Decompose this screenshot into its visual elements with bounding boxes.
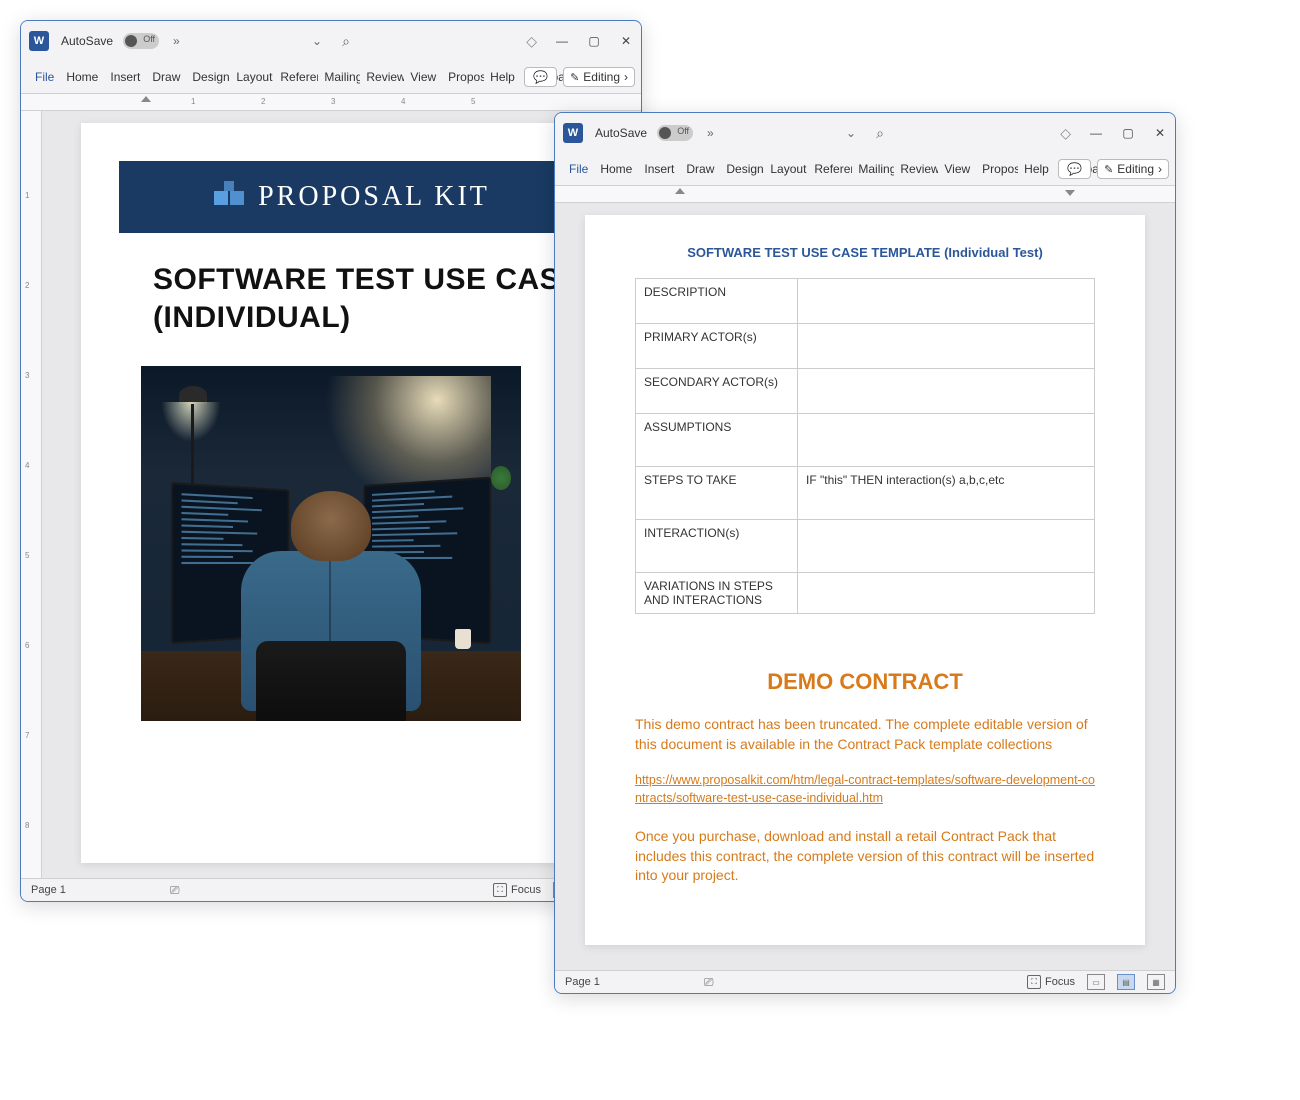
autosave-label: AutoSave xyxy=(61,34,113,48)
web-layout-button[interactable]: ▦ xyxy=(1147,974,1165,990)
tab-mailings[interactable]: Mailings xyxy=(318,70,360,84)
tab-mailings[interactable]: Mailings xyxy=(852,162,894,176)
word-logo-icon: W xyxy=(29,31,49,51)
focus-button[interactable]: ⛶ Focus xyxy=(493,883,541,897)
tab-help[interactable]: Help xyxy=(484,70,521,84)
search-icon[interactable]: ⌕ xyxy=(876,125,884,142)
page-indicator[interactable]: Page 1 xyxy=(565,976,600,988)
table-row: ASSUMPTIONS xyxy=(636,414,1095,467)
document-title: SOFTWARE TEST USE CASE (INDIVIDUAL) xyxy=(153,261,581,336)
autosave-label: AutoSave xyxy=(595,126,647,140)
word-window-1: W AutoSave Off » ⌄ ⌕ ◇ — ▢ ✕ File Home I… xyxy=(20,20,642,902)
editing-mode-button[interactable]: ✎ Editing › xyxy=(1097,159,1169,179)
tab-review[interactable]: Review xyxy=(894,162,938,176)
tab-design[interactable]: Design xyxy=(720,162,764,176)
diamond-icon[interactable]: ◇ xyxy=(1060,125,1071,142)
chevron-down-icon[interactable]: ⌄ xyxy=(846,126,856,140)
horizontal-ruler[interactable]: 1 2 3 4 5 xyxy=(21,94,641,111)
comments-button[interactable]: 💬 xyxy=(524,67,557,87)
demo-heading: DEMO CONTRACT xyxy=(635,669,1095,695)
qat-overflow-icon[interactable]: » xyxy=(173,34,187,48)
ribbon-tabs: File Home Insert Draw Design Layout Refe… xyxy=(21,61,641,94)
autosave-toggle[interactable]: Off xyxy=(123,33,159,49)
tab-proposal[interactable]: Proposal xyxy=(976,162,1018,176)
pen-icon: ✎ xyxy=(570,71,579,84)
document-page[interactable]: PROPOSAL KIT SOFTWARE TEST USE CASE (IND… xyxy=(81,123,581,863)
table-row: DESCRIPTION xyxy=(636,279,1095,324)
document-area[interactable]: 1 2 3 4 5 6 7 8 PROPOSAL KIT SOFTWARE TE… xyxy=(21,111,641,878)
tab-references[interactable]: References xyxy=(274,70,318,84)
tab-layout[interactable]: Layout xyxy=(230,70,274,84)
qat-overflow-icon[interactable]: » xyxy=(707,126,721,140)
tab-view[interactable]: View xyxy=(938,162,976,176)
accessibility-icon[interactable]: ⎚ xyxy=(170,883,180,898)
tab-draw[interactable]: Draw xyxy=(680,162,720,176)
document-area[interactable]: SOFTWARE TEST USE CASE TEMPLATE (Individ… xyxy=(555,203,1175,970)
template-title: SOFTWARE TEST USE CASE TEMPLATE (Individ… xyxy=(635,245,1095,260)
focus-button[interactable]: ⛶ Focus xyxy=(1027,975,1075,989)
tab-file[interactable]: File xyxy=(29,70,60,84)
print-layout-button[interactable]: ▤ xyxy=(1117,974,1135,990)
table-row: SECONDARY ACTOR(s) xyxy=(636,369,1095,414)
comments-button[interactable]: 💬 xyxy=(1058,159,1091,179)
focus-icon: ⛶ xyxy=(493,883,507,897)
accessibility-icon[interactable]: ⎚ xyxy=(704,975,714,990)
table-row: VARIATIONS IN STEPS AND INTERACTIONS xyxy=(636,573,1095,614)
chevron-right-icon: › xyxy=(624,70,628,84)
maximize-button[interactable]: ▢ xyxy=(587,34,601,48)
proposal-kit-logo-icon xyxy=(210,179,246,215)
minimize-button[interactable]: — xyxy=(1089,126,1103,140)
close-button[interactable]: ✕ xyxy=(619,34,633,48)
tab-proposal[interactable]: Proposal xyxy=(442,70,484,84)
demo-paragraph-1: This demo contract has been truncated. T… xyxy=(635,715,1095,754)
document-page[interactable]: SOFTWARE TEST USE CASE TEMPLATE (Individ… xyxy=(585,215,1145,945)
chevron-right-icon: › xyxy=(1158,162,1162,176)
template-table: DESCRIPTION PRIMARY ACTOR(s) SECONDARY A… xyxy=(635,278,1095,614)
editing-mode-button[interactable]: ✎ Editing › xyxy=(563,67,635,87)
tab-references[interactable]: References xyxy=(808,162,852,176)
focus-icon: ⛶ xyxy=(1027,975,1041,989)
vertical-ruler[interactable]: 1 2 3 4 5 6 7 8 xyxy=(21,111,42,878)
tab-insert[interactable]: Insert xyxy=(104,70,146,84)
titlebar: W AutoSave Off » ⌄ ⌕ ◇ — ▢ ✕ xyxy=(21,21,641,61)
read-mode-button[interactable]: ▭ xyxy=(1087,974,1105,990)
chevron-down-icon[interactable]: ⌄ xyxy=(312,34,322,48)
page-indicator[interactable]: Page 1 xyxy=(31,884,66,896)
tab-home[interactable]: Home xyxy=(60,70,104,84)
table-row: PRIMARY ACTOR(s) xyxy=(636,324,1095,369)
tab-home[interactable]: Home xyxy=(594,162,638,176)
close-button[interactable]: ✕ xyxy=(1153,126,1167,140)
diamond-icon[interactable]: ◇ xyxy=(526,33,537,50)
demo-link[interactable]: https://www.proposalkit.com/htm/legal-co… xyxy=(635,772,1095,807)
minimize-button[interactable]: — xyxy=(555,34,569,48)
tab-review[interactable]: Review xyxy=(360,70,404,84)
tab-file[interactable]: File xyxy=(563,162,594,176)
titlebar: W AutoSave Off » ⌄ ⌕ ◇ — ▢ ✕ xyxy=(555,113,1175,153)
table-row: STEPS TO TAKEIF "this" THEN interaction(… xyxy=(636,467,1095,520)
pen-icon: ✎ xyxy=(1104,163,1113,176)
table-row: INTERACTION(s) xyxy=(636,520,1095,573)
banner: PROPOSAL KIT xyxy=(119,161,581,233)
word-window-2: W AutoSave Off » ⌄ ⌕ ◇ — ▢ ✕ File Home I… xyxy=(554,112,1176,994)
maximize-button[interactable]: ▢ xyxy=(1121,126,1135,140)
demo-paragraph-2: Once you purchase, download and install … xyxy=(635,827,1095,886)
autosave-toggle[interactable]: Off xyxy=(657,125,693,141)
tab-layout[interactable]: Layout xyxy=(764,162,808,176)
tab-draw[interactable]: Draw xyxy=(146,70,186,84)
tab-design[interactable]: Design xyxy=(186,70,230,84)
tab-insert[interactable]: Insert xyxy=(638,162,680,176)
word-logo-icon: W xyxy=(563,123,583,143)
statusbar: Page 1 ⎚ ⛶ Focus ▭ ▤ ▦ xyxy=(555,970,1175,993)
banner-text: PROPOSAL KIT xyxy=(258,181,490,213)
hero-image xyxy=(141,366,521,721)
tab-view[interactable]: View xyxy=(404,70,442,84)
statusbar: Page 1 ⎚ ⛶ Focus ▭ ▤ ▦ xyxy=(21,878,641,901)
search-icon[interactable]: ⌕ xyxy=(342,33,350,50)
horizontal-ruler[interactable] xyxy=(555,186,1175,203)
ribbon-tabs: File Home Insert Draw Design Layout Refe… xyxy=(555,153,1175,186)
tab-help[interactable]: Help xyxy=(1018,162,1055,176)
